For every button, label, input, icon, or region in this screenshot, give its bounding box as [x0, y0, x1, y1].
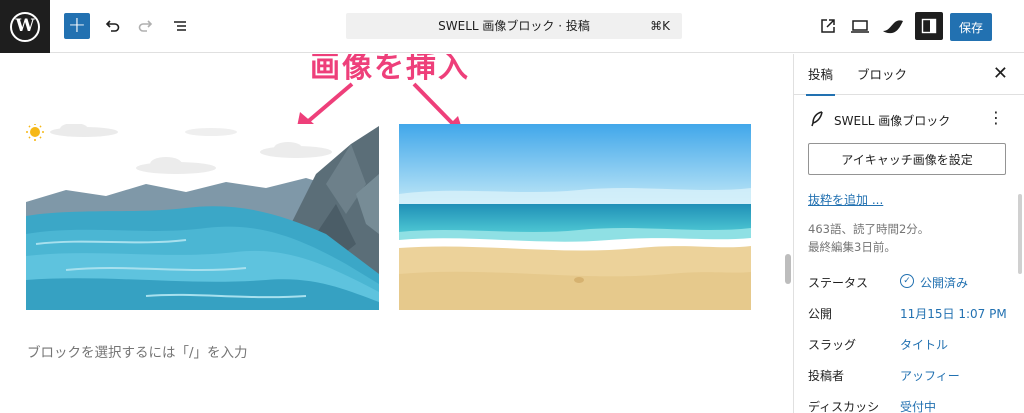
discussion-row: ディスカッシ 受付中 [808, 398, 1018, 413]
slug-row: スラッグ タイトル [808, 336, 1018, 354]
beach-image [399, 124, 751, 310]
published-check-icon: ✓ [900, 274, 914, 288]
editor-toolbar: W + SWELL 画像ブロック · 投稿 ⌘K 保存 [0, 0, 1024, 53]
post-title: SWELL 画像ブロック [834, 114, 951, 128]
slug-value[interactable]: タイトル [900, 336, 948, 353]
sidebar-tabs: 投稿 ブロック ✕ [794, 54, 1024, 96]
set-featured-image-button[interactable]: アイキャッチ画像を設定 [808, 143, 1006, 175]
editor-canvas[interactable]: 画像を挿入 ブロックを選択するには「/」を入力 [0, 54, 793, 413]
document-overview-button[interactable] [168, 11, 192, 41]
word-count-text: 463語、読了時間2分。 [808, 222, 930, 236]
post-summary-header: SWELL 画像ブロック ⋮ [808, 110, 1018, 130]
publish-label: 公開 [808, 307, 833, 321]
wordpress-logo-button[interactable]: W [0, 0, 50, 53]
add-excerpt-link[interactable]: 抜粋を追加 ... [808, 191, 883, 208]
tab-post[interactable]: 投稿 [805, 54, 836, 96]
list-view-icon [174, 21, 186, 31]
wordpress-icon: W [10, 11, 40, 42]
command-palette-bar[interactable]: SWELL 画像ブロック · 投稿 ⌘K [346, 13, 682, 39]
status-label: ステータス [808, 276, 869, 290]
mountain-lake-image [26, 124, 379, 310]
preview-button[interactable] [848, 11, 872, 41]
desktop-icon [851, 20, 869, 33]
publish-date-value[interactable]: 11月15日 1:07 PM [900, 305, 1007, 322]
image-block-mountain[interactable] [26, 124, 379, 310]
sidebar-scrollbar[interactable] [1018, 194, 1022, 274]
close-sidebar-icon[interactable]: ✕ [993, 65, 1008, 83]
author-value[interactable]: アッフィー [900, 367, 960, 384]
redo-icon [138, 20, 153, 32]
author-row: 投稿者 アッフィー [808, 367, 1018, 385]
settings-sidebar-toggle[interactable] [915, 12, 943, 40]
canvas-scrollbar[interactable] [785, 254, 791, 284]
settings-sidebar: 投稿 ブロック ✕ SWELL 画像ブロック ⋮ アイキャッチ画像を設定 抜粋を… [794, 54, 1024, 413]
image-block-beach[interactable] [399, 124, 751, 310]
swell-settings-button[interactable] [881, 11, 905, 41]
swell-wave-icon [883, 20, 903, 34]
undo-button[interactable] [100, 11, 124, 41]
block-placeholder[interactable]: ブロックを選択するには「/」を入力 [27, 341, 248, 361]
sidebar-icon [921, 18, 937, 34]
external-link-icon [821, 19, 835, 33]
author-label: 投稿者 [808, 369, 845, 383]
slug-label: スラッグ [808, 338, 857, 352]
undo-icon [105, 20, 120, 32]
command-shortcut: ⌘K [650, 19, 670, 33]
redo-button[interactable] [134, 11, 158, 41]
add-block-button[interactable]: + [64, 13, 90, 39]
last-edited-text: 最終編集3日前。 [808, 240, 896, 254]
tab-block[interactable]: ブロック [857, 54, 907, 95]
view-post-button[interactable] [816, 11, 840, 41]
status-value[interactable]: 公開済み [920, 274, 968, 291]
discussion-label: ディスカッシ [808, 400, 880, 413]
command-bar-title: SWELL 画像ブロック · 投稿 [438, 19, 590, 33]
status-row: ステータス ✓ 公開済み [808, 274, 1018, 292]
save-button[interactable]: 保存 [950, 13, 992, 41]
post-feather-icon [811, 111, 823, 127]
publish-row: 公開 11月15日 1:07 PM [808, 305, 1018, 323]
discussion-value[interactable]: 受付中 [900, 398, 936, 413]
more-options-icon[interactable]: ⋮ [988, 110, 1004, 126]
